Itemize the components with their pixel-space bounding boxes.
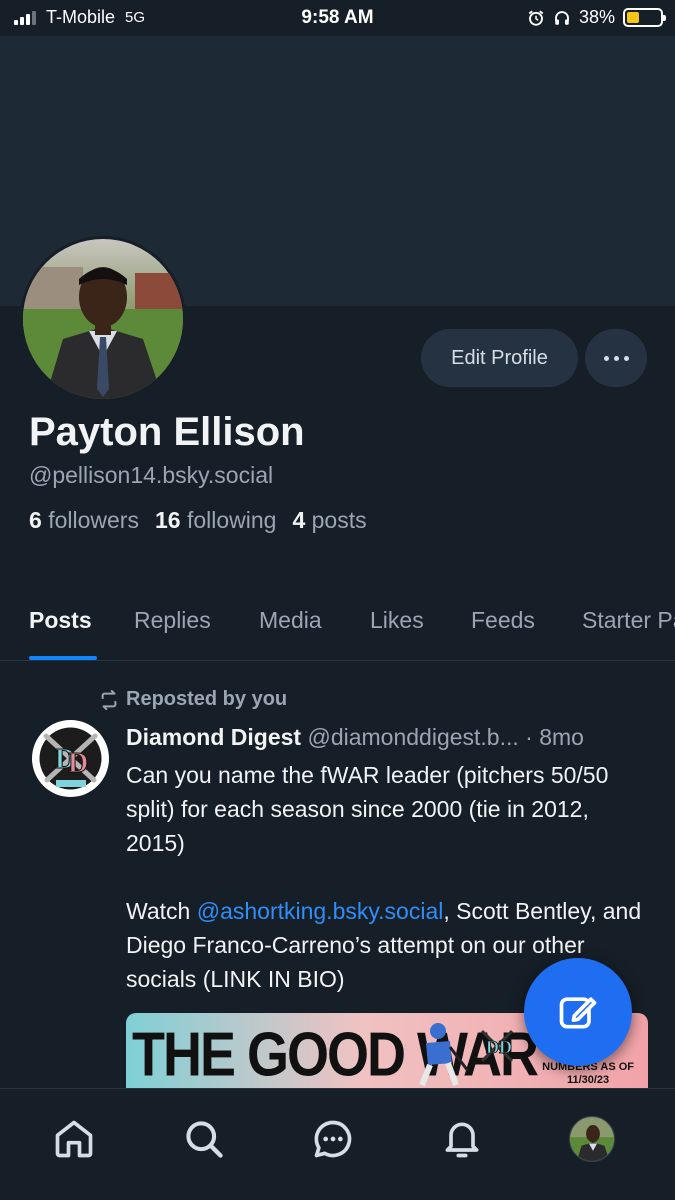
tab-posts[interactable]: Posts	[29, 607, 92, 634]
home-icon	[55, 1120, 93, 1158]
post-header: Diamond Digest @diamonddigest.b... · 8mo	[126, 724, 651, 751]
image-logo: DD	[480, 1029, 514, 1063]
post-separator: ·	[525, 724, 533, 750]
status-bar: T-Mobile 5G 9:58 AM 38%	[0, 0, 675, 36]
repost-icon	[101, 689, 117, 710]
active-tab-indicator	[29, 656, 97, 660]
following-count: 16	[154, 507, 181, 533]
compose-button[interactable]	[524, 958, 632, 1066]
tab-starter-packs[interactable]: Starter Packs	[582, 607, 675, 634]
compose-icon	[559, 997, 597, 1029]
posts-count: 4	[292, 507, 306, 533]
tab-feeds[interactable]: Feeds	[471, 607, 535, 634]
nav-home[interactable]	[50, 1115, 98, 1163]
dot	[613, 355, 619, 361]
status-right: 38%	[527, 7, 666, 28]
bottom-navigation	[0, 1088, 675, 1200]
headphones-icon	[555, 10, 569, 25]
nav-search[interactable]	[180, 1115, 228, 1163]
svg-text:D: D	[68, 748, 88, 779]
image-sub-line-2: 11/30/23	[566, 1074, 610, 1086]
nav-chat[interactable]	[309, 1115, 357, 1163]
repost-label: Reposted by you	[126, 688, 288, 710]
more-options-button[interactable]	[585, 329, 647, 387]
repost-indicator: Reposted by you	[98, 688, 287, 711]
dot	[623, 355, 629, 361]
edit-profile-button[interactable]: Edit Profile	[421, 329, 578, 387]
following-stat[interactable]: 16 following	[155, 507, 276, 534]
post-text-prefix: Watch	[126, 898, 197, 924]
image-player-graphic	[419, 1023, 468, 1087]
following-label: following	[186, 507, 277, 533]
profile-avatar[interactable]	[20, 236, 186, 402]
tab-media[interactable]: Media	[259, 607, 322, 634]
alarm-icon	[528, 10, 544, 26]
posts-label: posts	[311, 507, 367, 533]
chat-icon	[314, 1120, 352, 1158]
post-author-name[interactable]: Diamond Digest	[126, 724, 301, 750]
search-icon	[186, 1121, 223, 1158]
profile-tabs: Posts Replies Media Likes Feeds Starter …	[0, 600, 675, 661]
bell-icon	[445, 1122, 479, 1158]
post-paragraph-1: Can you name the fWAR leader (pitchers 5…	[126, 762, 609, 856]
battery-percent: 38%	[578, 7, 615, 27]
nav-profile[interactable]	[568, 1115, 616, 1163]
post-author-handle[interactable]: @diamonddigest.b...	[307, 724, 518, 750]
posts-stat: 4 posts	[292, 507, 366, 534]
image-title: THE GOOD WAR	[132, 1020, 539, 1089]
followers-count: 6	[29, 507, 42, 533]
display-name: Payton Ellison	[29, 410, 305, 454]
profile-stats: 6 followers 16 following 4 posts	[29, 507, 367, 534]
tab-replies[interactable]: Replies	[134, 607, 211, 634]
profile-handle: @pellison14.bsky.social	[29, 462, 274, 488]
followers-label: followers	[48, 507, 139, 533]
profile-avatar-small	[569, 1116, 615, 1162]
post-author-avatar[interactable]: D D	[32, 720, 109, 797]
post-mention-link[interactable]: @ashortking.bsky.social	[197, 898, 444, 924]
tab-likes[interactable]: Likes	[370, 607, 424, 634]
avatar-photo	[23, 239, 183, 399]
svg-text:DD: DD	[486, 1037, 512, 1057]
dot	[603, 355, 609, 361]
followers-stat[interactable]: 6 followers	[29, 507, 139, 534]
battery-icon	[623, 8, 666, 27]
post-time[interactable]: 8mo	[539, 724, 584, 750]
nav-notifications[interactable]	[438, 1115, 486, 1163]
